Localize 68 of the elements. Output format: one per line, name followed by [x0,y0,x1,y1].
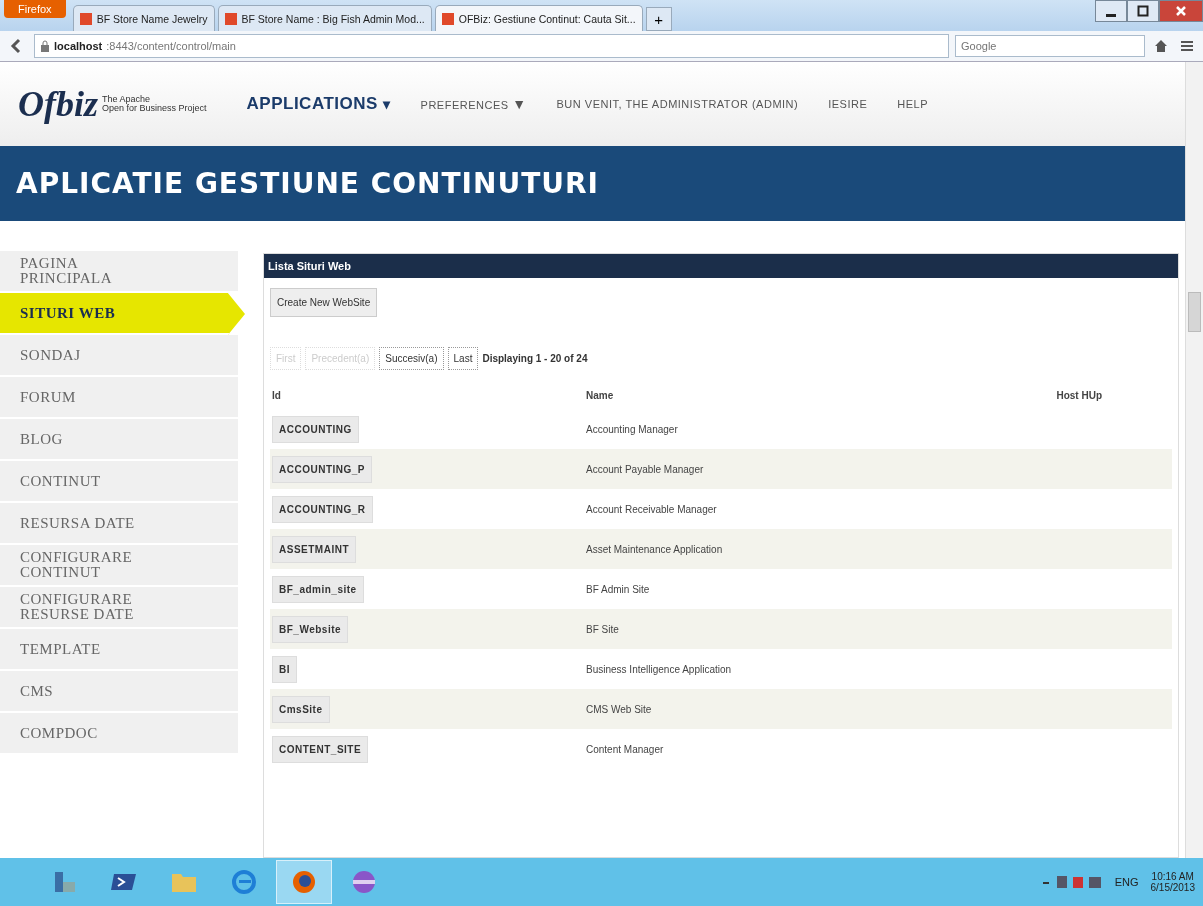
sidebar-item[interactable]: SITURI WEB [0,293,245,335]
table-cell: CMS Web Site [584,689,913,729]
column-header: Host HUp [1055,389,1103,403]
minimize-icon [1106,13,1116,17]
table-cell: Account Payable Manager [584,449,913,489]
sidebar-item[interactable]: CMS [0,671,238,713]
pagination-info: Displaying 1 - 20 of 24 [482,353,588,364]
site-id-button[interactable]: BF_Website [272,615,349,643]
header-link[interactable]: HELP [897,98,929,110]
site-id-button[interactable]: CmsSite [272,695,330,723]
sidebar-item[interactable]: PAGINA PRINCIPALA [0,251,238,293]
logo[interactable]: Ofbiz [18,83,98,125]
site-id-button[interactable]: ACCOUNTING [272,415,359,443]
welcome-text: BUN VENIT, THE ADMINISTRATOR (ADMIN) [556,98,799,110]
clock-time: 10:16 AM [1151,871,1194,882]
site-icon [441,12,454,25]
sidebar-item[interactable]: CONTINUT [0,461,238,503]
close-icon [1175,5,1187,17]
site-id-button[interactable]: BI [272,655,297,683]
browser-tab[interactable]: OFBiz: Gestiune Continut: Cauta Sit... [434,5,643,31]
column-header: Id [271,389,282,403]
sidebar-item[interactable]: SONDAJ [0,335,238,377]
sidebar-item[interactable]: RESURSA DATE [0,503,238,545]
site-icon [79,12,92,25]
scrollbar[interactable] [1185,62,1203,858]
site-id-button[interactable]: ASSETMAINT [272,535,356,563]
maximize-icon [1137,5,1149,17]
lock-icon [40,40,50,52]
new-tab-button[interactable]: + [645,7,672,31]
site-id-button[interactable]: CONTENT_SITE [272,735,369,763]
sidebar-item[interactable]: TEMPLATE [0,629,238,671]
sidebar-item[interactable]: BLOG [0,419,238,461]
site-icon [224,12,237,25]
sidebar-item[interactable]: CONFIGURARE CONTINUT [0,545,238,587]
tray-icons-drawing [1042,874,1103,890]
minimize-button[interactable] [1095,0,1127,22]
browser-tab[interactable]: BF Store Name Jewelry [72,5,215,31]
close-button[interactable] [1159,0,1203,22]
applications-menu[interactable]: APPLICATIONS ▾ [246,94,391,114]
panel-title: Lista Situri Web [264,254,1178,278]
site-id-button[interactable]: ACCOUNTING_R [272,495,373,523]
table-cell: Accounting Manager [584,409,913,449]
sidebar-item[interactable]: CONFIGURARE RESURSE DATE [0,587,238,629]
app-title: APLICATIE GESTIUNE CONTINUTURI [16,167,599,200]
sidebar-item[interactable]: COMPDOC [0,713,238,755]
language-indicator[interactable]: ENG [1114,876,1139,888]
table-cell: Asset Maintenance Application [584,529,913,569]
site-id-button[interactable]: BF_admin_site [272,575,364,603]
preferences-menu[interactable]: PREFERENCES ▼ [420,96,527,112]
pager-button[interactable]: Succesiv(a) [379,347,444,370]
logo-tagline: The Apache [102,95,151,104]
header-link[interactable]: IESIRE [828,98,868,110]
browser-tab[interactable]: BF Store Name : Big Fish Admin Mod... [217,5,432,31]
address-field[interactable]: localhost :8443/content/control/main [34,34,949,58]
search-field[interactable]: Google [955,35,1145,57]
create-website-button[interactable]: Create New WebSite [270,288,378,317]
clock-date: 6/15/2013 [1150,882,1195,893]
maximize-button[interactable] [1127,0,1159,22]
table-cell: BF Admin Site [584,569,913,609]
table-cell: Account Receivable Manager [584,489,913,529]
site-id-button[interactable]: ACCOUNTING_P [272,455,372,483]
table-cell: Business Intelligence Application [584,649,913,689]
logo-tagline: Open for Business Project [102,104,207,113]
sidebar-item[interactable]: FORUM [0,377,238,419]
pager-button[interactable]: Last [447,347,479,370]
column-header: Name [585,389,615,403]
table-cell: Content Manager [584,729,913,769]
table-cell: BF Site [584,609,913,649]
